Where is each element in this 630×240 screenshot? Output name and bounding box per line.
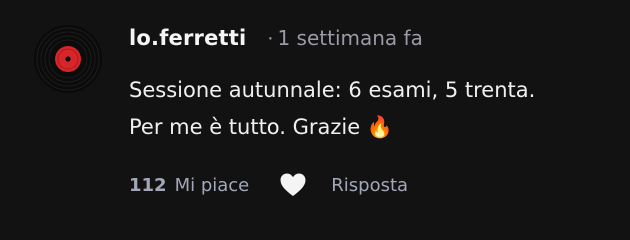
avatar[interactable]	[34, 25, 102, 93]
likes-label[interactable]: Mi piace	[175, 175, 250, 196]
separator-dot: ·	[267, 28, 274, 50]
comment-text-container: Sessione autunnale: 6 esami, 5 trenta. P…	[129, 72, 549, 146]
comment-actions: 112 Mi piace Risposta	[129, 170, 408, 200]
comment: lo.ferretti · 1 settimana fa Sessione au…	[0, 0, 630, 240]
reply-button[interactable]: Risposta	[331, 175, 408, 196]
fire-emoji: 🔥	[366, 115, 394, 139]
comment-body: lo.ferretti · 1 settimana fa Sessione au…	[129, 26, 609, 146]
username[interactable]: lo.ferretti	[129, 26, 246, 50]
comment-header: lo.ferretti · 1 settimana fa	[129, 26, 609, 56]
timestamp: 1 settimana fa	[277, 26, 423, 50]
comment-text: Sessione autunnale: 6 esami, 5 trenta. P…	[129, 78, 536, 139]
like-count: 112	[129, 174, 167, 196]
vinyl-record-icon	[34, 25, 102, 93]
heart-icon[interactable]	[279, 172, 307, 198]
